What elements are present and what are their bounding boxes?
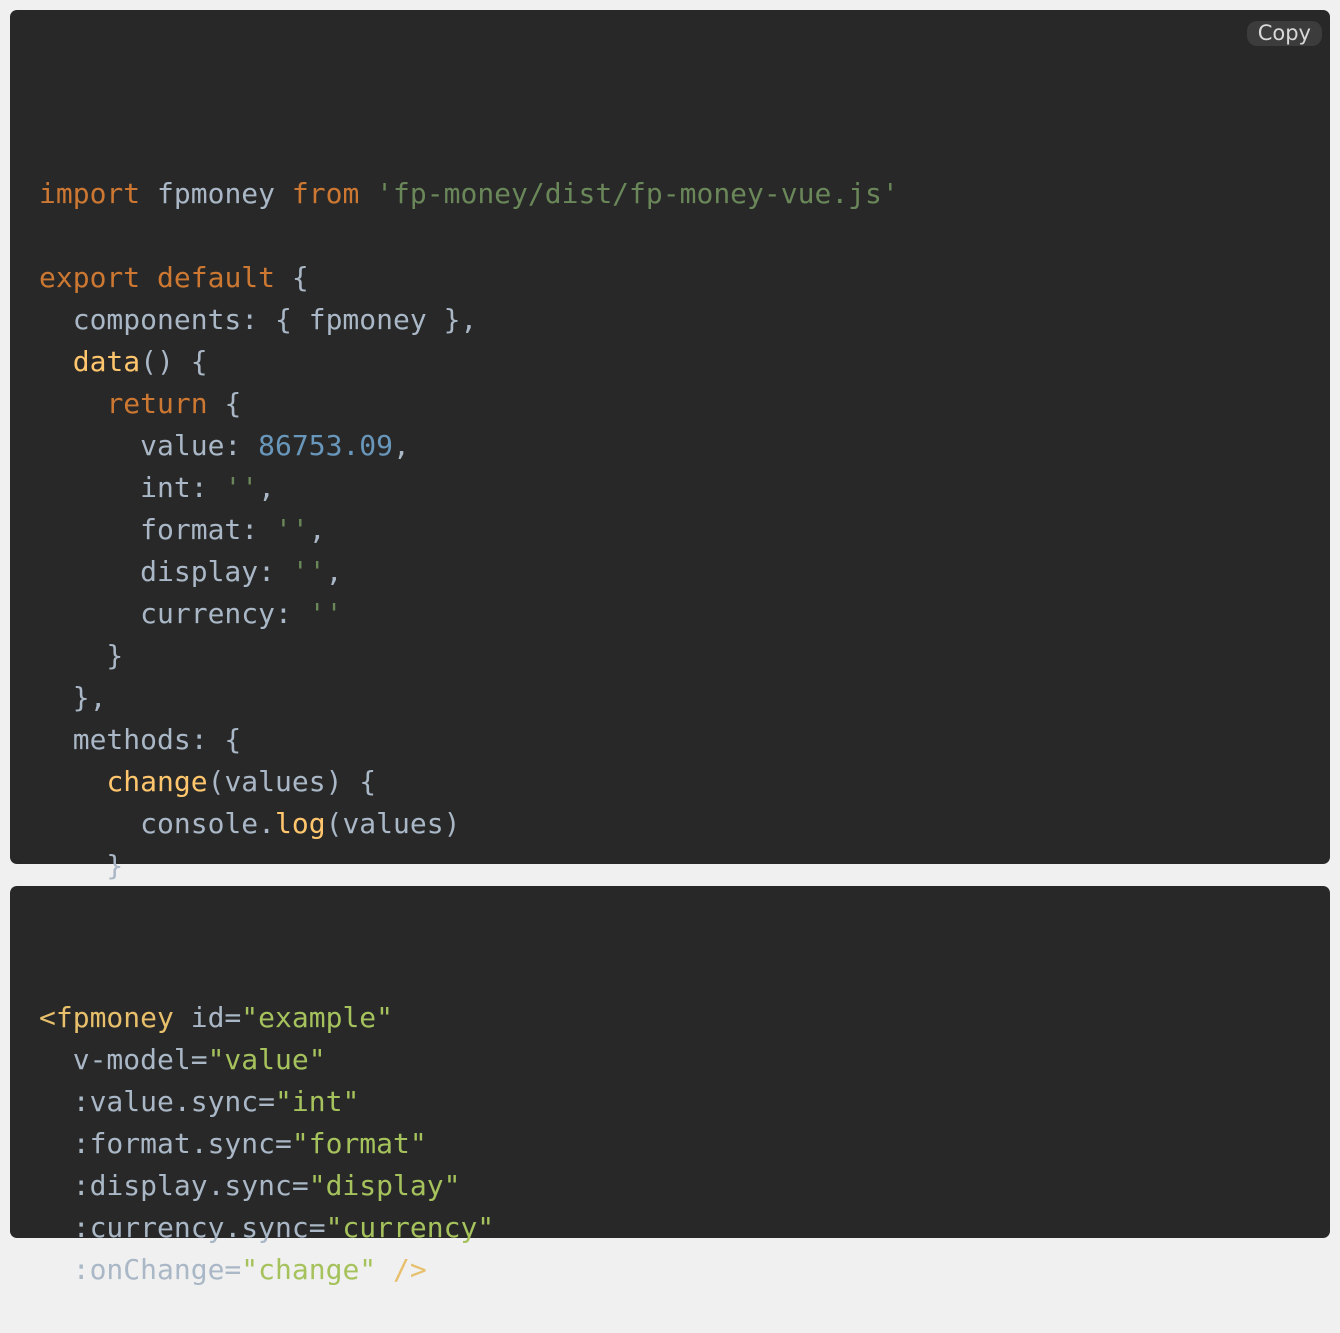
code-token: from [291,177,360,210]
code-token: "example" [241,1001,394,1034]
code-line: export default { [39,257,1330,299]
code-line: <fpmoney id="example" [39,997,1330,1039]
code-token: int: [39,471,225,504]
code-token: } [39,849,124,882]
code-token: id= [173,1001,242,1034]
js-code-block[interactable]: Copy import fpmoney from 'fp-money/dist/… [10,10,1330,966]
code-token: format: [39,513,276,546]
code-line: v-model="value" [39,1039,1330,1081]
code-line: components: { fpmoney }, [39,299,1330,341]
code-token: , [258,471,276,504]
code-token: value: [39,429,259,462]
code-line: methods: { [39,719,1330,761]
code-line: return { [39,383,1330,425]
code-token: 'fp-money/dist/fp-money-vue.js' [376,177,899,210]
code-line: } [39,845,1330,887]
code-token: '' [275,513,309,546]
copy-button[interactable]: Copy [1246,21,1322,46]
code-token: change [106,765,208,798]
code-token: "int" [275,1085,360,1118]
code-token: }, [39,681,107,714]
code-token: '' [224,471,259,504]
template-code-lines: <fpmoney id="example" v-model="value" :v… [39,997,1330,1291]
code-token: import [39,177,141,210]
code-token: methods: { [39,723,242,756]
code-token: () { [140,345,208,378]
code-line: :format.sync="format" [39,1123,1330,1165]
code-line: } [39,635,1330,677]
code-line: :value.sync="int" [39,1081,1330,1123]
code-line: :currency.sync="currency" [39,1207,1330,1249]
code-token: components: { fpmoney }, [39,303,478,336]
code-token: currency: [39,597,309,630]
js-code-lines: import fpmoney from 'fp-money/dist/fp-mo… [39,173,1330,971]
code-line: import fpmoney from 'fp-money/dist/fp-mo… [39,173,1330,215]
code-line: format: '', [39,509,1330,551]
code-token: display: [39,555,292,588]
code-token: data [72,345,141,378]
code-token: return [106,387,208,420]
code-token: } [39,639,124,672]
code-line: change(values) { [39,761,1330,803]
code-token: <fpmoney [39,1001,174,1034]
code-token: log [275,807,326,840]
code-token: "change" [241,1253,377,1286]
code-token: :display.sync= [39,1169,309,1202]
code-token: , [308,513,326,546]
code-token: , [325,555,343,588]
code-token: '' [291,555,326,588]
code-token: { [207,387,242,420]
code-line: :onChange="change" /> [39,1249,1330,1291]
code-token: :format.sync= [39,1127,292,1160]
code-token: v-model= [39,1043,208,1076]
code-token: "value" [207,1043,326,1076]
code-token: fpmoney [140,177,292,210]
code-token: export [39,261,141,294]
code-token: { [275,261,309,294]
code-line: display: '', [39,551,1330,593]
code-token: 86753.09 [258,429,394,462]
code-token: '' [308,597,343,630]
code-token: default [157,261,276,294]
code-token: (values) { [207,765,377,798]
code-token: "format" [291,1127,427,1160]
code-token: "display" [308,1169,461,1202]
code-line: }, [39,677,1330,719]
code-line: value: 86753.09, [39,425,1330,467]
code-token: console. [39,807,276,840]
code-token: "currency" [325,1211,495,1244]
code-token: /> [393,1253,427,1286]
code-token: (values) [325,807,461,840]
template-code-block[interactable]: <fpmoney id="example" v-model="value" :v… [10,886,1330,1286]
code-line: int: '', [39,467,1330,509]
code-line: currency: '' [39,593,1330,635]
code-token: :onChange= [39,1253,242,1286]
code-line: console.log(values) [39,803,1330,845]
code-token: :currency.sync= [39,1211,326,1244]
code-line: :display.sync="display" [39,1165,1330,1207]
code-line: data() { [39,341,1330,383]
code-token: :value.sync= [39,1085,276,1118]
code-token: , [393,429,410,462]
